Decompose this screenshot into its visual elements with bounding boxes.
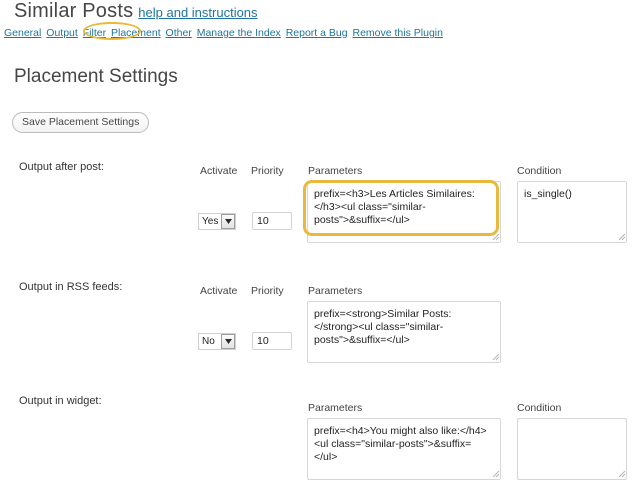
condition-textarea[interactable] <box>517 418 627 480</box>
activate-select-value: No <box>202 336 215 347</box>
priority-input[interactable] <box>252 332 292 350</box>
nav-link-remove-this-plugin[interactable]: Remove this Plugin <box>353 27 443 39</box>
column-header-activate: Activate <box>200 285 238 297</box>
nav-link-general[interactable]: General <box>4 27 41 39</box>
page-header: Similar Posts help and instructions <box>14 0 258 23</box>
nav-link-filter[interactable]: Filter <box>83 27 106 39</box>
nav-link-placement[interactable]: Placement <box>111 27 161 39</box>
condition-textarea[interactable]: is_single() <box>517 181 627 243</box>
activate-select-value: Yes <box>202 216 219 227</box>
column-header-priority: Priority <box>251 285 284 297</box>
nav-link-report-a-bug[interactable]: Report a Bug <box>286 27 348 39</box>
activate-select[interactable]: Yes <box>198 213 236 230</box>
chevron-down-icon[interactable] <box>221 334 235 349</box>
nav-link-manage-the-index[interactable]: Manage the Index <box>197 27 281 39</box>
column-header-parameters: Parameters <box>308 165 363 177</box>
save-placement-settings-button[interactable]: Save Placement Settings <box>12 112 150 133</box>
section-label: Output after post: <box>19 161 104 173</box>
parameters-textarea[interactable]: prefix=<h4>You might also like:</h4><ul … <box>307 418 501 480</box>
nav-link-output[interactable]: Output <box>46 27 78 39</box>
section-label: Output in widget: <box>19 395 102 407</box>
column-header-parameters: Parameters <box>308 402 363 414</box>
column-header-activate: Activate <box>200 165 238 177</box>
priority-input[interactable] <box>252 212 292 230</box>
parameters-textarea[interactable]: prefix=<strong>Similar Posts:</strong><u… <box>307 301 501 363</box>
column-header-condition: Condition <box>517 165 562 177</box>
plugin-title: Similar Posts <box>14 0 134 22</box>
column-header-condition: Condition <box>517 402 562 414</box>
parameters-textarea[interactable]: prefix=<h3>Les Articles Similaires:</h3>… <box>307 181 501 243</box>
column-header-priority: Priority <box>251 165 284 177</box>
section-label: Output in RSS feeds: <box>19 281 123 293</box>
settings-nav: General Output Filter Placement Other Ma… <box>4 27 445 39</box>
nav-link-other[interactable]: Other <box>166 27 192 39</box>
activate-select[interactable]: No <box>198 333 236 350</box>
chevron-down-icon[interactable] <box>221 214 235 229</box>
help-and-instructions-link[interactable]: help and instructions <box>138 5 257 20</box>
column-header-parameters: Parameters <box>308 285 363 297</box>
page-title: Placement Settings <box>14 66 178 87</box>
